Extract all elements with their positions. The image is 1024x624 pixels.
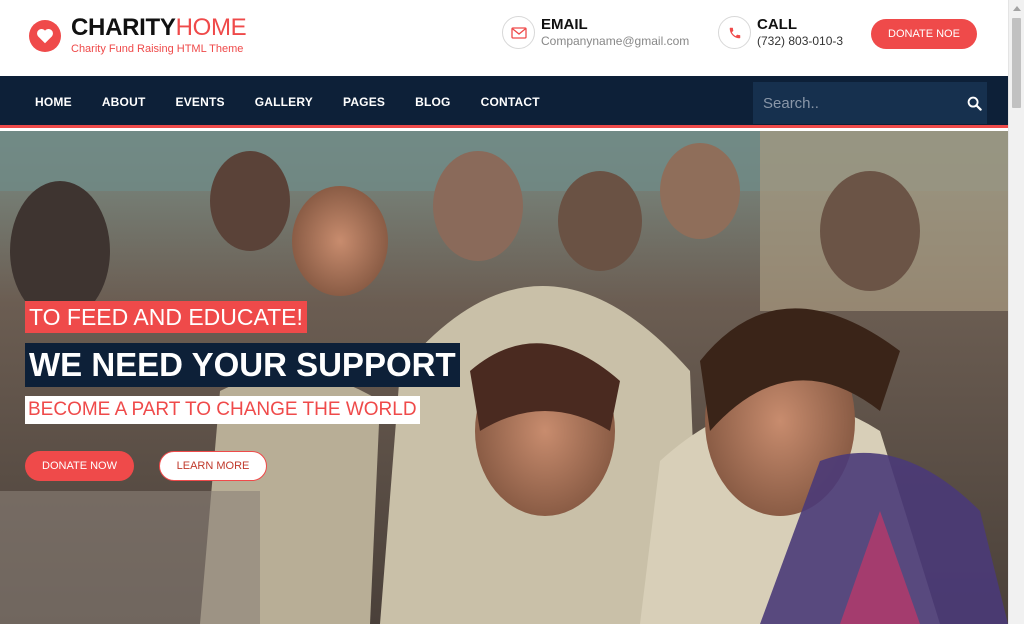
hero-banner: TO FEED AND EDUCATE! WE NEED YOUR SUPPOR… <box>0 131 1008 624</box>
contact-call: CALL (732) 803-010-3 <box>718 16 843 49</box>
call-value[interactable]: (732) 803-010-3 <box>757 34 843 49</box>
nav-item-pages[interactable]: PAGES <box>343 95 385 109</box>
learn-more-button[interactable]: LEARN MORE <box>159 451 267 481</box>
page-scrollbar[interactable] <box>1008 0 1024 624</box>
call-label: CALL <box>757 16 797 33</box>
site-logo[interactable]: CHARITYHOME Charity Fund Raising HTML Th… <box>29 14 247 55</box>
logo-subtitle: Charity Fund Raising HTML Theme <box>71 43 244 55</box>
hero-tagline: TO FEED AND EDUCATE! <box>25 301 307 333</box>
top-header: CHARITYHOME Charity Fund Raising HTML Th… <box>0 0 1008 76</box>
heart-icon <box>29 20 61 52</box>
search-input[interactable] <box>753 82 962 124</box>
scroll-up-arrow-icon[interactable] <box>1009 0 1024 16</box>
hero-heading: WE NEED YOUR SUPPORT <box>25 343 460 387</box>
email-value[interactable]: Companyname@gmail.com <box>541 34 689 49</box>
logo-title: CHARITYHOME <box>71 14 247 41</box>
contact-email: EMAIL Companyname@gmail.com <box>502 16 689 49</box>
search-icon <box>967 96 982 111</box>
nav-item-blog[interactable]: BLOG <box>415 95 450 109</box>
donate-header-button[interactable]: DONATE NOE <box>871 19 977 49</box>
nav-item-events[interactable]: EVENTS <box>175 95 224 109</box>
main-nav: HOME ABOUT EVENTS GALLERY PAGES BLOG CON… <box>0 76 1008 128</box>
scroll-thumb[interactable] <box>1012 18 1021 108</box>
nav-item-gallery[interactable]: GALLERY <box>255 95 313 109</box>
envelope-icon <box>502 16 535 49</box>
nav-item-home[interactable]: HOME <box>35 95 72 109</box>
nav-menu: HOME ABOUT EVENTS GALLERY PAGES BLOG CON… <box>35 76 570 128</box>
donate-now-button[interactable]: DONATE NOW <box>25 451 134 481</box>
search-box <box>753 82 987 124</box>
phone-icon <box>718 16 751 49</box>
nav-item-about[interactable]: ABOUT <box>102 95 146 109</box>
logo-title-part1: CHARITY <box>71 14 176 41</box>
email-label: EMAIL <box>541 16 588 33</box>
logo-title-part2: HOME <box>175 14 247 41</box>
search-button[interactable] <box>962 82 987 124</box>
nav-item-contact[interactable]: CONTACT <box>481 95 540 109</box>
hero-subheading: BECOME A PART TO CHANGE THE WORLD <box>25 396 420 424</box>
